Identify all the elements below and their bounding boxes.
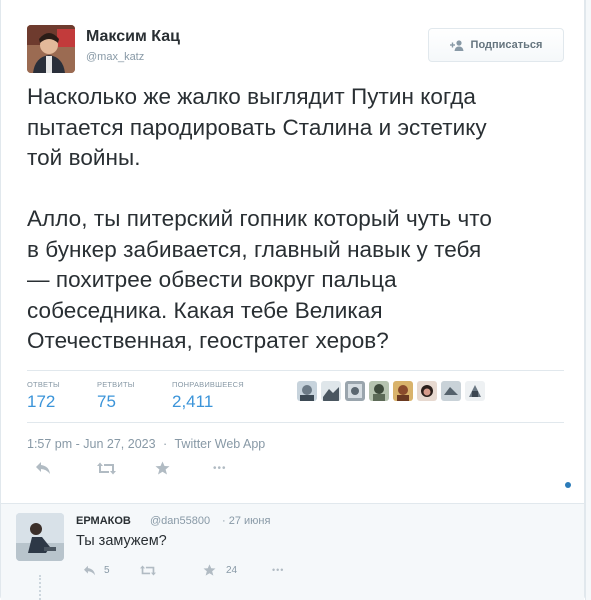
tweet-source: Twitter Web App bbox=[174, 437, 266, 451]
more-button[interactable]: ••• bbox=[213, 463, 227, 474]
follow-button-label: Подписаться bbox=[470, 39, 543, 51]
stat-likes[interactable]: ПОНРАВИВШЕЕСЯ 2,411 bbox=[172, 380, 244, 412]
divider bbox=[27, 370, 564, 371]
liker-avatar[interactable] bbox=[417, 381, 437, 401]
reply-date-text: 27 июня bbox=[228, 515, 271, 527]
more-dots-icon: ••• bbox=[213, 462, 227, 474]
tweet-actions: ••• bbox=[35, 461, 227, 475]
thread-line bbox=[39, 575, 41, 600]
stat-retweets-value[interactable]: 75 bbox=[97, 392, 135, 412]
liker-avatar[interactable] bbox=[297, 381, 317, 401]
reply-more-button[interactable]: ••• bbox=[272, 565, 284, 575]
scrollbar[interactable] bbox=[585, 0, 591, 600]
reply-reply-count: 5 bbox=[104, 564, 110, 576]
stat-likes-value[interactable]: 2,411 bbox=[172, 392, 244, 412]
reply-icon bbox=[36, 462, 50, 474]
liker-avatar[interactable] bbox=[441, 381, 461, 401]
reply-date-separator: · bbox=[222, 515, 226, 527]
tweet-meta: 1:57 pm - Jun 27, 2023 · Twitter Web App bbox=[27, 437, 269, 451]
meta-separator: · bbox=[163, 437, 168, 451]
liker-avatar[interactable] bbox=[321, 381, 341, 401]
tweet-timestamp[interactable]: 1:57 pm - Jun 27, 2023 bbox=[27, 437, 156, 451]
star-icon bbox=[155, 461, 170, 475]
stat-replies-label: ОТВЕТЫ bbox=[27, 380, 60, 389]
stat-retweets-label: РЕТВИТЫ bbox=[97, 380, 135, 389]
reply-text: Ты замужем? bbox=[76, 533, 167, 549]
reply-reply-button[interactable]: 5 bbox=[83, 565, 140, 576]
reply-like-button[interactable]: 24 bbox=[203, 564, 272, 576]
follow-button[interactable]: Подписаться bbox=[428, 28, 564, 62]
add-user-icon bbox=[449, 39, 464, 51]
stat-retweets[interactable]: РЕТВИТЫ 75 bbox=[97, 380, 135, 412]
scroll-indicator bbox=[565, 482, 571, 488]
reply-author-handle[interactable]: @dan55800 bbox=[150, 515, 210, 527]
liker-avatars bbox=[297, 381, 485, 401]
retweet-icon bbox=[97, 462, 116, 474]
liker-avatar[interactable] bbox=[465, 381, 485, 401]
author-name[interactable]: Максим Кац bbox=[86, 28, 180, 46]
retweet-icon bbox=[140, 564, 156, 576]
author-avatar[interactable] bbox=[27, 25, 75, 73]
reply-author-name[interactable]: ЕРМАКОВ bbox=[76, 515, 131, 527]
reply-avatar[interactable] bbox=[16, 513, 64, 561]
liker-avatar[interactable] bbox=[393, 381, 413, 401]
reply-icon bbox=[84, 565, 95, 575]
retweet-button[interactable] bbox=[97, 462, 155, 475]
reply-retweet-button[interactable] bbox=[140, 564, 203, 576]
stat-replies-value[interactable]: 172 bbox=[27, 392, 60, 412]
reply-date[interactable]: · 27 июня bbox=[222, 515, 270, 527]
stat-likes-label: ПОНРАВИВШЕЕСЯ bbox=[172, 380, 244, 389]
tweet-text: Насколько же жалко выглядит Путин когда … bbox=[27, 84, 492, 353]
reply-like-count: 24 bbox=[226, 564, 238, 576]
star-icon bbox=[203, 564, 216, 576]
liker-avatar[interactable] bbox=[345, 381, 365, 401]
more-dots-icon: ••• bbox=[272, 565, 285, 575]
reply-button[interactable] bbox=[35, 461, 97, 475]
like-button[interactable] bbox=[155, 461, 213, 475]
reply-actions: 5 24 ••• bbox=[83, 564, 284, 576]
liker-avatar[interactable] bbox=[369, 381, 389, 401]
author-handle[interactable]: @max_katz bbox=[86, 51, 144, 63]
divider bbox=[27, 422, 564, 423]
stat-replies[interactable]: ОТВЕТЫ 172 bbox=[27, 380, 60, 412]
